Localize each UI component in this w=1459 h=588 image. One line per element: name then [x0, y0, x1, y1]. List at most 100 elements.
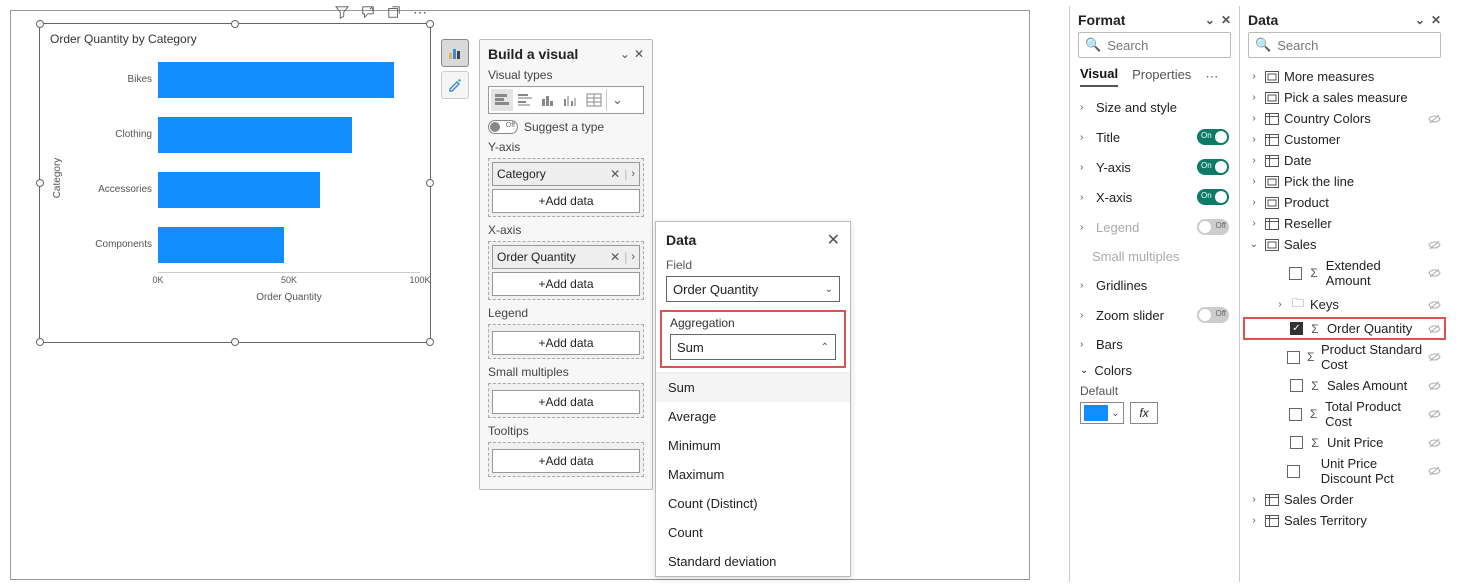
yaxis-field-chip[interactable]: Category ✕ | ›	[492, 162, 640, 186]
close-icon[interactable]: ✕	[1431, 13, 1441, 27]
field-order-quantity[interactable]: ✓ΣOrder Quantity	[1244, 318, 1445, 339]
filter-icon[interactable]	[334, 4, 350, 20]
format-group-y-axis[interactable]: ›Y-axisOn	[1070, 152, 1239, 182]
format-group-x-axis[interactable]: ›X-axisOn	[1070, 182, 1239, 212]
table-sales-order[interactable]: ›Sales Order	[1244, 489, 1445, 510]
field-checkbox[interactable]: ✓	[1290, 322, 1303, 335]
chevron-down-icon[interactable]: ⌄	[1080, 365, 1088, 376]
format-group-legend[interactable]: ›LegendOff	[1070, 212, 1239, 242]
field-checkbox[interactable]	[1287, 465, 1300, 478]
small-multiples-field-well[interactable]: +Add data	[488, 383, 644, 418]
visual-type-stacked-bar[interactable]	[491, 89, 513, 111]
table-customer[interactable]: ›Customer	[1244, 129, 1445, 150]
format-group-small-multiples[interactable]: Small multiples	[1070, 242, 1239, 271]
table-pick-the-line[interactable]: ›Pick the line	[1244, 171, 1445, 192]
toggle-switch[interactable]: On	[1197, 189, 1229, 205]
table-reseller[interactable]: ›Reseller	[1244, 213, 1445, 234]
yaxis-add-data-button[interactable]: +Add data	[492, 189, 640, 213]
bar[interactable]	[158, 172, 320, 208]
field-extended-amount[interactable]: ΣExtended Amount	[1244, 255, 1445, 291]
toggle-switch[interactable]: On	[1197, 159, 1229, 175]
table-sales[interactable]: ⌄Sales	[1244, 234, 1445, 255]
tab-properties[interactable]: Properties	[1132, 67, 1191, 86]
chevron-down-icon[interactable]: ⌄	[620, 47, 630, 61]
field-checkbox[interactable]	[1290, 379, 1303, 392]
xaxis-field-chip[interactable]: Order Quantity ✕ | ›	[492, 245, 640, 269]
aggregation-option[interactable]: Standard deviation	[656, 547, 850, 576]
table-check-icon	[1264, 197, 1280, 209]
color-picker[interactable]: ⌄	[1080, 402, 1124, 424]
legend-add-data-button[interactable]: +Add data	[492, 331, 640, 355]
legend-field-well[interactable]: +Add data	[488, 324, 644, 359]
aggregation-option[interactable]: Sum	[656, 373, 850, 402]
field-menu-icon[interactable]: ›	[631, 251, 635, 263]
comment-icon[interactable]	[360, 4, 376, 20]
field-unit-price-discount-pct[interactable]: Unit Price Discount Pct	[1244, 453, 1445, 489]
visual-type-clustered-column[interactable]	[560, 89, 582, 111]
build-visual-icon[interactable]	[441, 39, 469, 67]
field-combo[interactable]: Order Quantity ⌄	[666, 276, 840, 302]
small-multiples-add-data-button[interactable]: +Add data	[492, 390, 640, 414]
visual-type-clustered-bar[interactable]	[514, 89, 536, 111]
yaxis-field-well[interactable]: Category ✕ | › +Add data	[488, 158, 644, 217]
field-total-product-cost[interactable]: ΣTotal Product Cost	[1244, 396, 1445, 432]
visual-type-column[interactable]	[537, 89, 559, 111]
field-keys[interactable]: ›🗀Keys	[1244, 291, 1445, 318]
popout-icon[interactable]	[386, 4, 402, 20]
xaxis-field-well[interactable]: Order Quantity ✕ | › +Add data	[488, 241, 644, 300]
format-group-bars[interactable]: ›Bars	[1070, 330, 1239, 359]
format-group-title[interactable]: ›TitleOn	[1070, 122, 1239, 152]
field-menu-icon[interactable]: ›	[631, 168, 635, 180]
fx-button[interactable]: fx	[1130, 402, 1158, 424]
suggest-type-toggle[interactable]: Off	[488, 120, 518, 134]
remove-field-icon[interactable]: ✕	[610, 167, 620, 181]
field-unit-price[interactable]: ΣUnit Price	[1244, 432, 1445, 453]
xaxis-add-data-button[interactable]: +Add data	[492, 272, 640, 296]
table-more-measures[interactable]: ›More measures	[1244, 66, 1445, 87]
aggregation-option[interactable]: Maximum	[656, 460, 850, 489]
tab-visual[interactable]: Visual	[1080, 66, 1118, 87]
table-country-colors[interactable]: ›Country Colors	[1244, 108, 1445, 129]
toggle-switch[interactable]: On	[1197, 129, 1229, 145]
table-product[interactable]: ›Product	[1244, 192, 1445, 213]
data-search-input[interactable]: 🔍 Search	[1248, 32, 1441, 58]
chevron-down-icon[interactable]: ⌄	[1205, 13, 1215, 27]
bar[interactable]	[158, 62, 394, 98]
aggregation-option[interactable]: Minimum	[656, 431, 850, 460]
close-icon[interactable]: ✕	[1221, 13, 1231, 27]
chevron-down-icon[interactable]: ⌄	[1415, 13, 1425, 27]
field-product-standard-cost[interactable]: ΣProduct Standard Cost	[1244, 339, 1445, 375]
close-icon[interactable]: ✕	[634, 47, 644, 61]
format-search-input[interactable]: 🔍 Search	[1078, 32, 1231, 58]
field-sales-amount[interactable]: ΣSales Amount	[1244, 375, 1445, 396]
format-group-size-and-style[interactable]: ›Size and style	[1070, 93, 1239, 122]
table-pick-a-sales-measure[interactable]: ›Pick a sales measure	[1244, 87, 1445, 108]
toggle-switch[interactable]: Off	[1197, 219, 1229, 235]
aggregation-option[interactable]: Count	[656, 518, 850, 547]
aggregation-combo[interactable]: Sum ⌃	[670, 334, 836, 360]
format-group-gridlines[interactable]: ›Gridlines	[1070, 271, 1239, 300]
format-paintbrush-icon[interactable]	[441, 71, 469, 99]
field-checkbox[interactable]	[1289, 267, 1302, 280]
tooltips-field-well[interactable]: +Add data	[488, 442, 644, 477]
visual-type-table[interactable]	[583, 89, 605, 111]
more-icon[interactable]: ⋯	[412, 4, 428, 20]
remove-field-icon[interactable]: ✕	[610, 250, 620, 264]
aggregation-option[interactable]: Count (Distinct)	[656, 489, 850, 518]
close-icon[interactable]: ✕	[827, 230, 840, 250]
bar[interactable]	[158, 117, 352, 153]
tooltips-add-data-button[interactable]: +Add data	[492, 449, 640, 473]
field-checkbox[interactable]	[1290, 436, 1303, 449]
more-icon[interactable]: ⋯	[1205, 69, 1218, 85]
toggle-switch[interactable]: Off	[1197, 307, 1229, 323]
field-checkbox[interactable]	[1289, 408, 1302, 421]
table-sales-territory[interactable]: ›Sales Territory	[1244, 510, 1445, 531]
format-group-zoom-slider[interactable]: ›Zoom sliderOff	[1070, 300, 1239, 330]
aggregation-option[interactable]: Average	[656, 402, 850, 431]
visual-types-more[interactable]: ⌄	[606, 89, 628, 111]
aggregation-menu: SumAverageMinimumMaximumCount (Distinct)…	[656, 372, 850, 576]
visual-frame[interactable]: ⋯ Order Quantity by Category Category Bi…	[39, 23, 431, 343]
bar[interactable]	[158, 227, 284, 263]
table-date[interactable]: ›Date	[1244, 150, 1445, 171]
field-checkbox[interactable]	[1287, 351, 1300, 364]
